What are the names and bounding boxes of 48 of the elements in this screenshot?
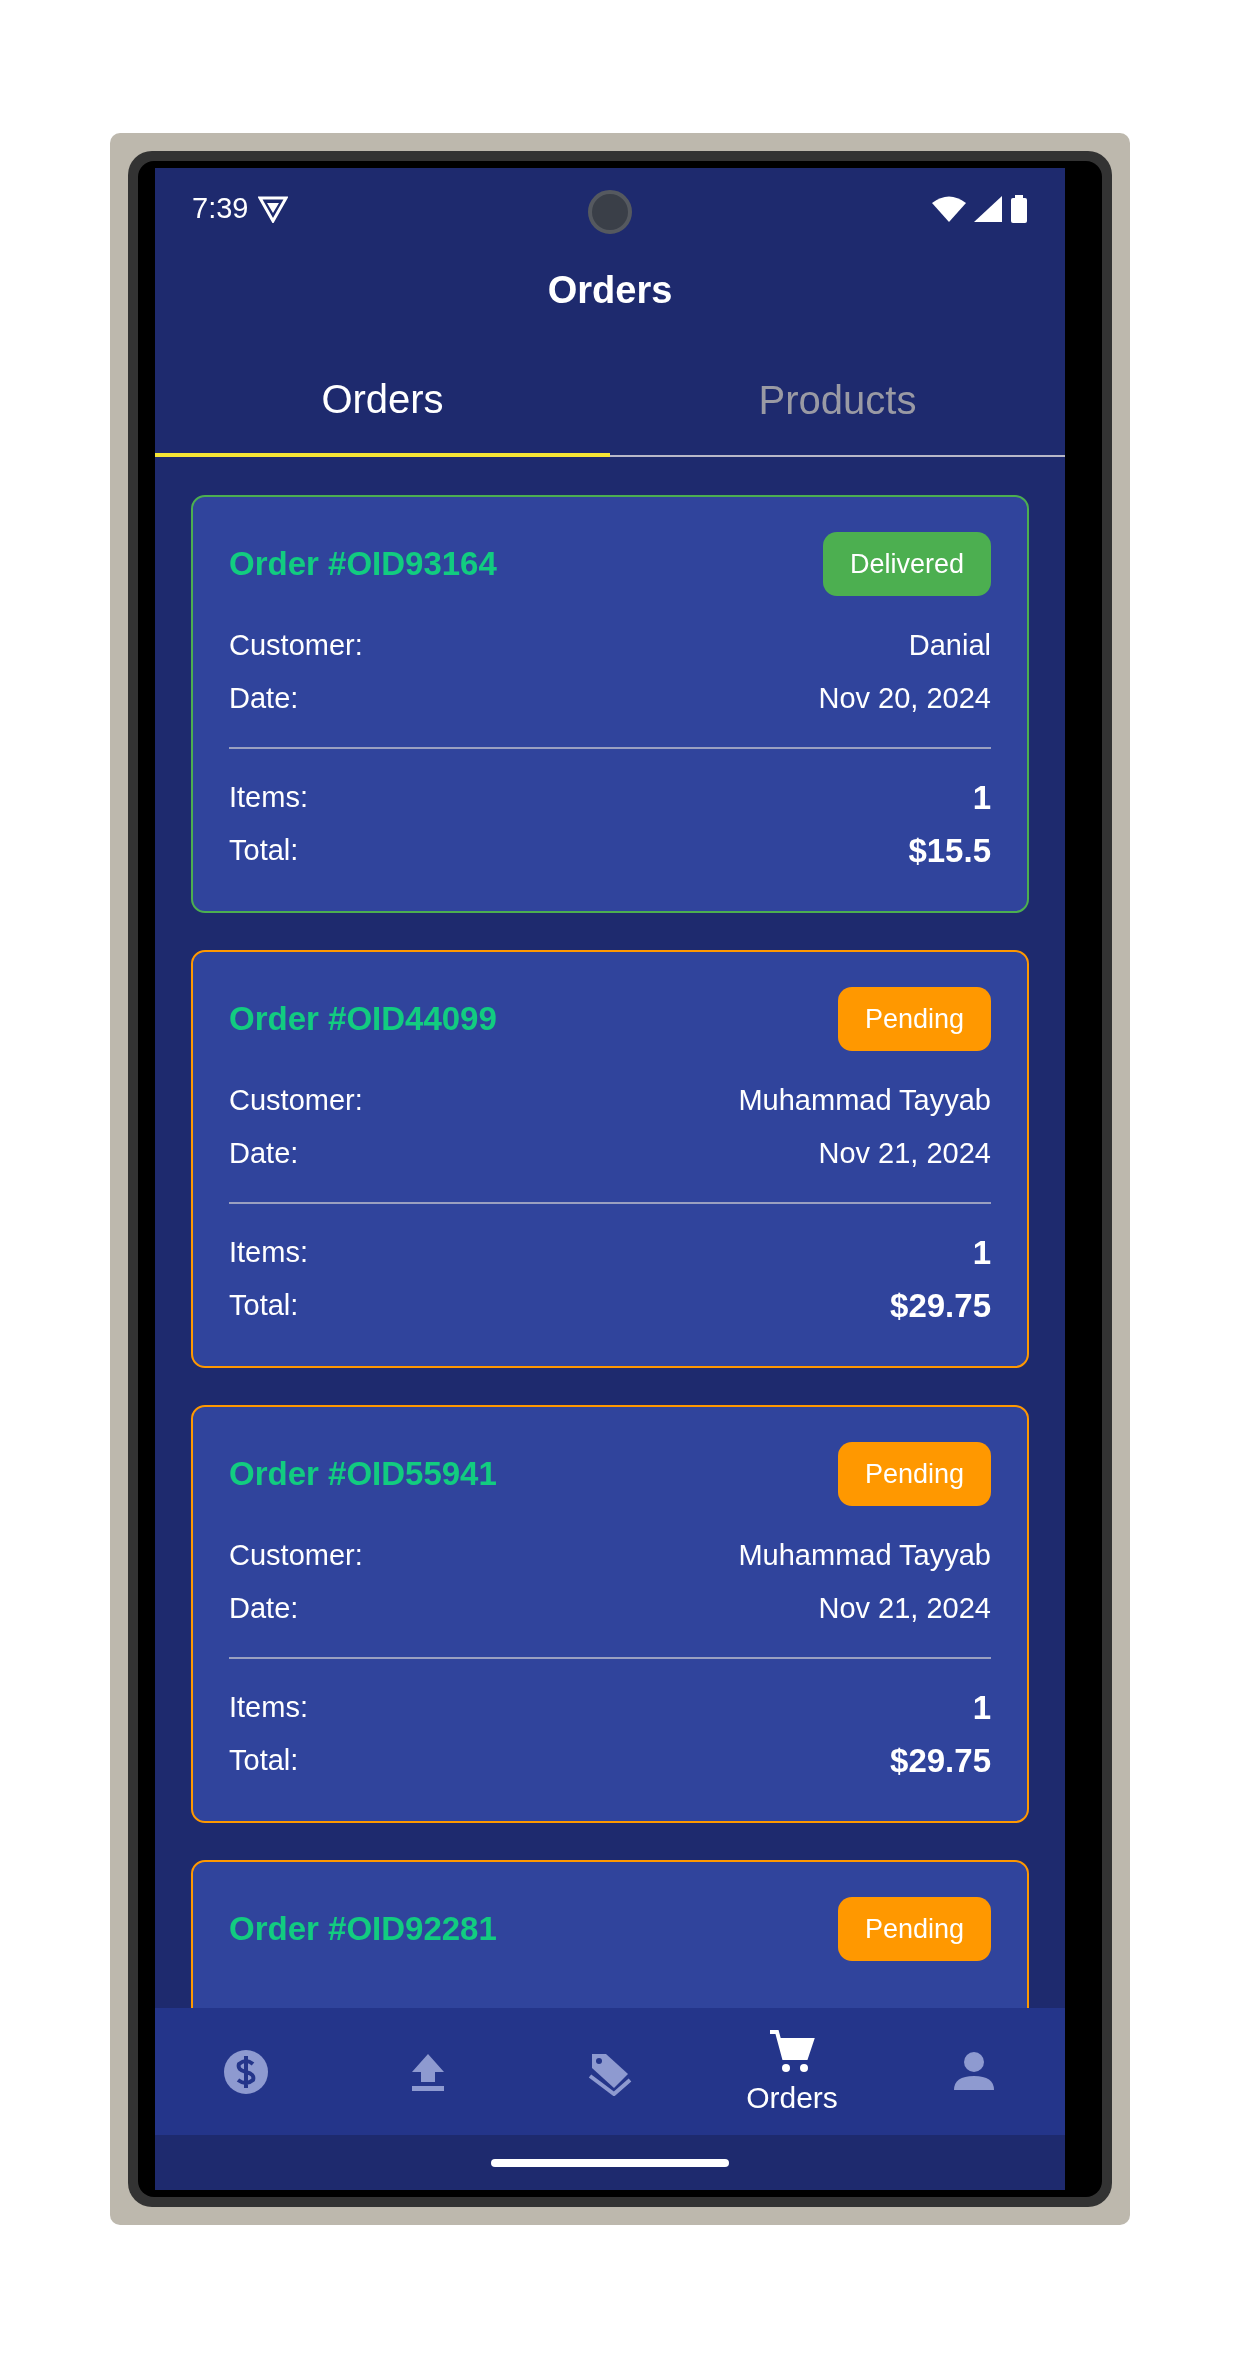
status-badge: Pending [837,1897,991,1961]
field-value: $15.5 [908,830,991,871]
order-number: Order #OID44099 [229,999,497,1040]
order-card[interactable]: Order #OID93164 Delivered Customer: Danial Date: Nov 20, 2024 Items: 1 Total: $15.5 [191,495,1029,913]
signal-icon [974,196,1002,222]
field-label: Total: [229,1287,299,1323]
field-label: Items: [229,779,308,815]
status-badge: Pending [837,1442,991,1506]
field-value: Muhammad Tayyab [738,1537,991,1573]
field-value: 1 [972,1687,991,1728]
home-indicator[interactable] [491,2158,729,2167]
screen-title: Orders [547,267,673,313]
status-badge: Delivered [822,532,991,596]
field-value: $29.75 [890,1285,991,1326]
order-number: Order #OID92281 [229,1909,497,1950]
order-card[interactable]: Order #OID92281 Pending [191,1860,1029,2008]
nav-item[interactable]: Orders [701,2008,883,2135]
field-value: 1 [972,1232,991,1273]
order-card[interactable]: Order #OID55941 Pending Customer: Muhammad Tayyab Date: Nov 21, 2024 Items: 1 Total: $29.75 [191,1405,1029,1823]
dollar-icon [222,2047,270,2096]
field-label: Date: [229,680,299,716]
field-label: Items: [229,1689,308,1725]
order-number: Order #OID93164 [229,544,497,585]
field-value: Nov 21, 2024 [818,1590,991,1626]
tab[interactable]: Orders [155,340,610,457]
field-value: Nov 21, 2024 [818,1135,991,1171]
field-label: Customer: [229,1537,363,1573]
order-number: Order #OID55941 [229,1454,497,1495]
field-value: Danial [908,627,991,663]
field-label: Total: [229,832,299,868]
field-label: Total: [229,1742,299,1778]
field-label: Date: [229,1135,299,1171]
tab[interactable]: Products [610,340,1065,457]
field-label: Items: [229,1234,308,1270]
front-camera [588,190,632,234]
field-value: 1 [972,777,991,818]
shield-icon [258,195,289,223]
field-value: Nov 20, 2024 [818,680,991,716]
field-value: Muhammad Tayyab [738,1082,991,1118]
field-label: Customer: [229,1082,363,1118]
battery-icon [1010,195,1028,223]
wifi-icon [932,196,966,222]
field-label: Customer: [229,627,363,663]
field-label: Date: [229,1590,299,1626]
field-value: $29.75 [890,1740,991,1781]
status-time: 7:39 [192,191,249,227]
status-badge: Pending [837,987,991,1051]
order-card[interactable]: Order #OID44099 Pending Customer: Muhammad Tayyab Date: Nov 21, 2024 Items: 1 Total: $29.75 [191,950,1029,1368]
